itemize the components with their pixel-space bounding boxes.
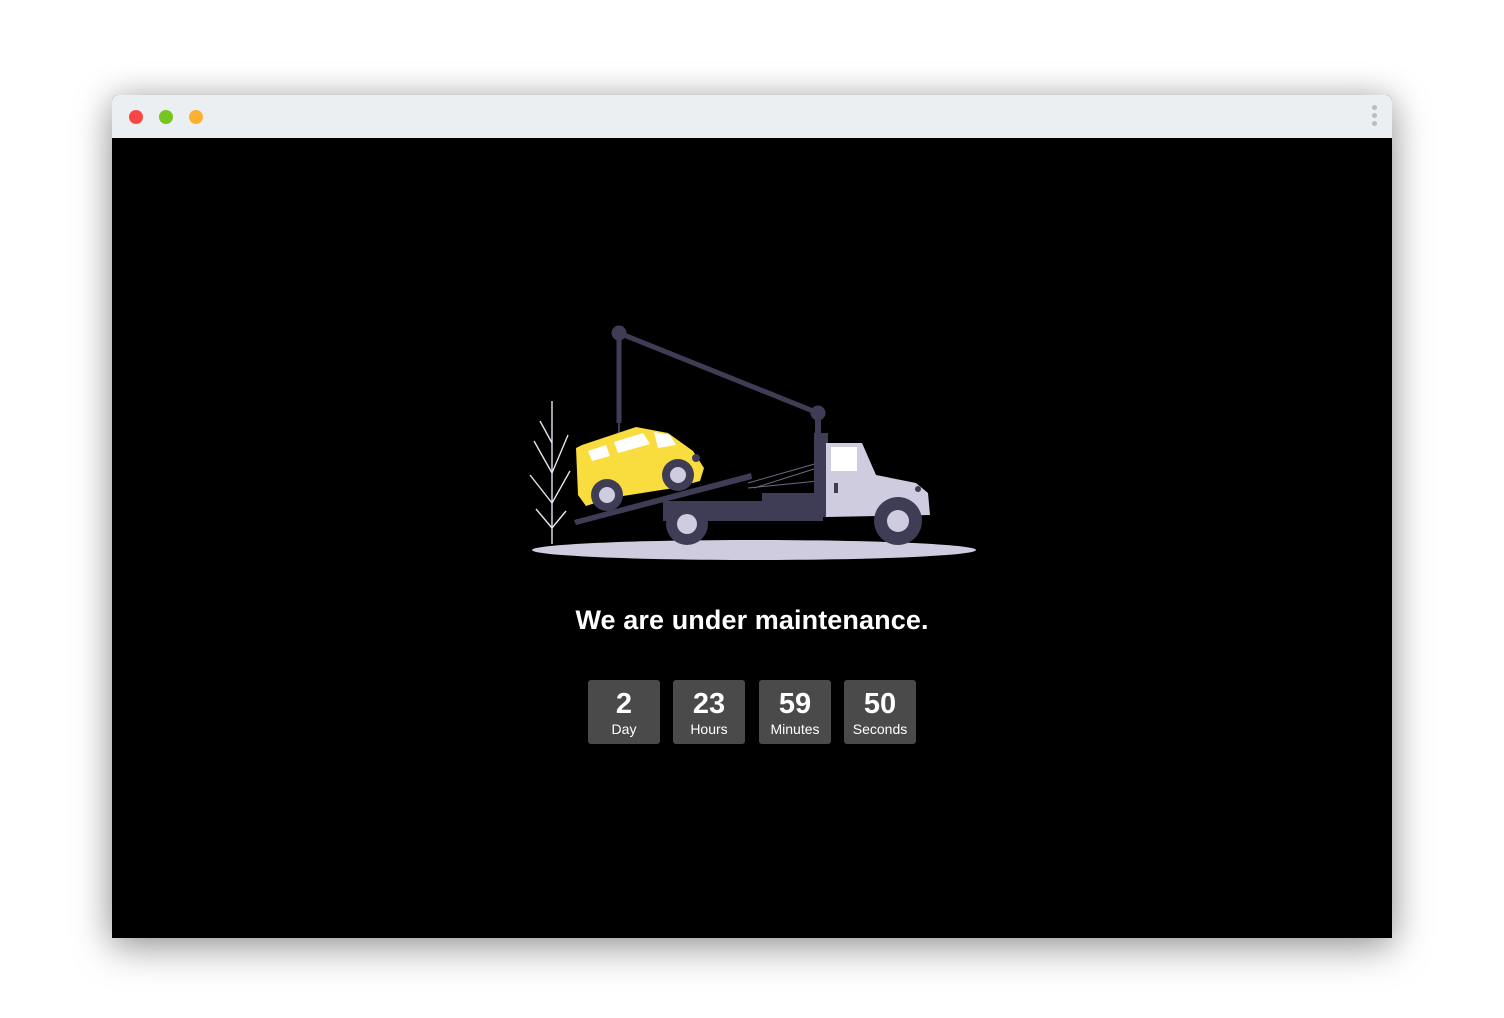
browser-window: We are under maintenance. 2 Day 23 Hours… <box>112 95 1392 938</box>
ground-shadow <box>532 540 976 560</box>
countdown-minutes: 59 Minutes <box>759 680 831 744</box>
maintenance-page: We are under maintenance. 2 Day 23 Hours… <box>112 138 1392 938</box>
countdown-days-value: 2 <box>615 688 633 720</box>
minimize-window-button[interactable] <box>159 110 173 124</box>
plant-icon <box>529 401 571 544</box>
kebab-menu-icon[interactable] <box>1370 105 1378 129</box>
countdown-minutes-value: 59 <box>778 688 812 720</box>
countdown-hours: 23 Hours <box>673 680 745 744</box>
countdown-hours-label: Hours <box>690 721 728 737</box>
countdown-seconds-value: 50 <box>863 688 897 720</box>
countdown-minutes-label: Minutes <box>770 721 820 737</box>
countdown-seconds-label: Seconds <box>852 721 908 737</box>
close-window-button[interactable] <box>129 110 143 124</box>
page-title: We are under maintenance. <box>575 605 929 635</box>
countdown-days-label: Day <box>611 721 637 737</box>
countdown-days: 2 Day <box>588 680 660 744</box>
maximize-window-button[interactable] <box>189 110 203 124</box>
yellow-car-icon <box>576 427 704 511</box>
tow-truck-illustration <box>529 325 976 560</box>
countdown-seconds: 50 Seconds <box>844 680 916 744</box>
window-titlebar <box>112 95 1392 138</box>
countdown-hours-value: 23 <box>692 688 726 720</box>
countdown-timer: 2 Day 23 Hours 59 Minutes 50 Seconds <box>588 680 918 744</box>
